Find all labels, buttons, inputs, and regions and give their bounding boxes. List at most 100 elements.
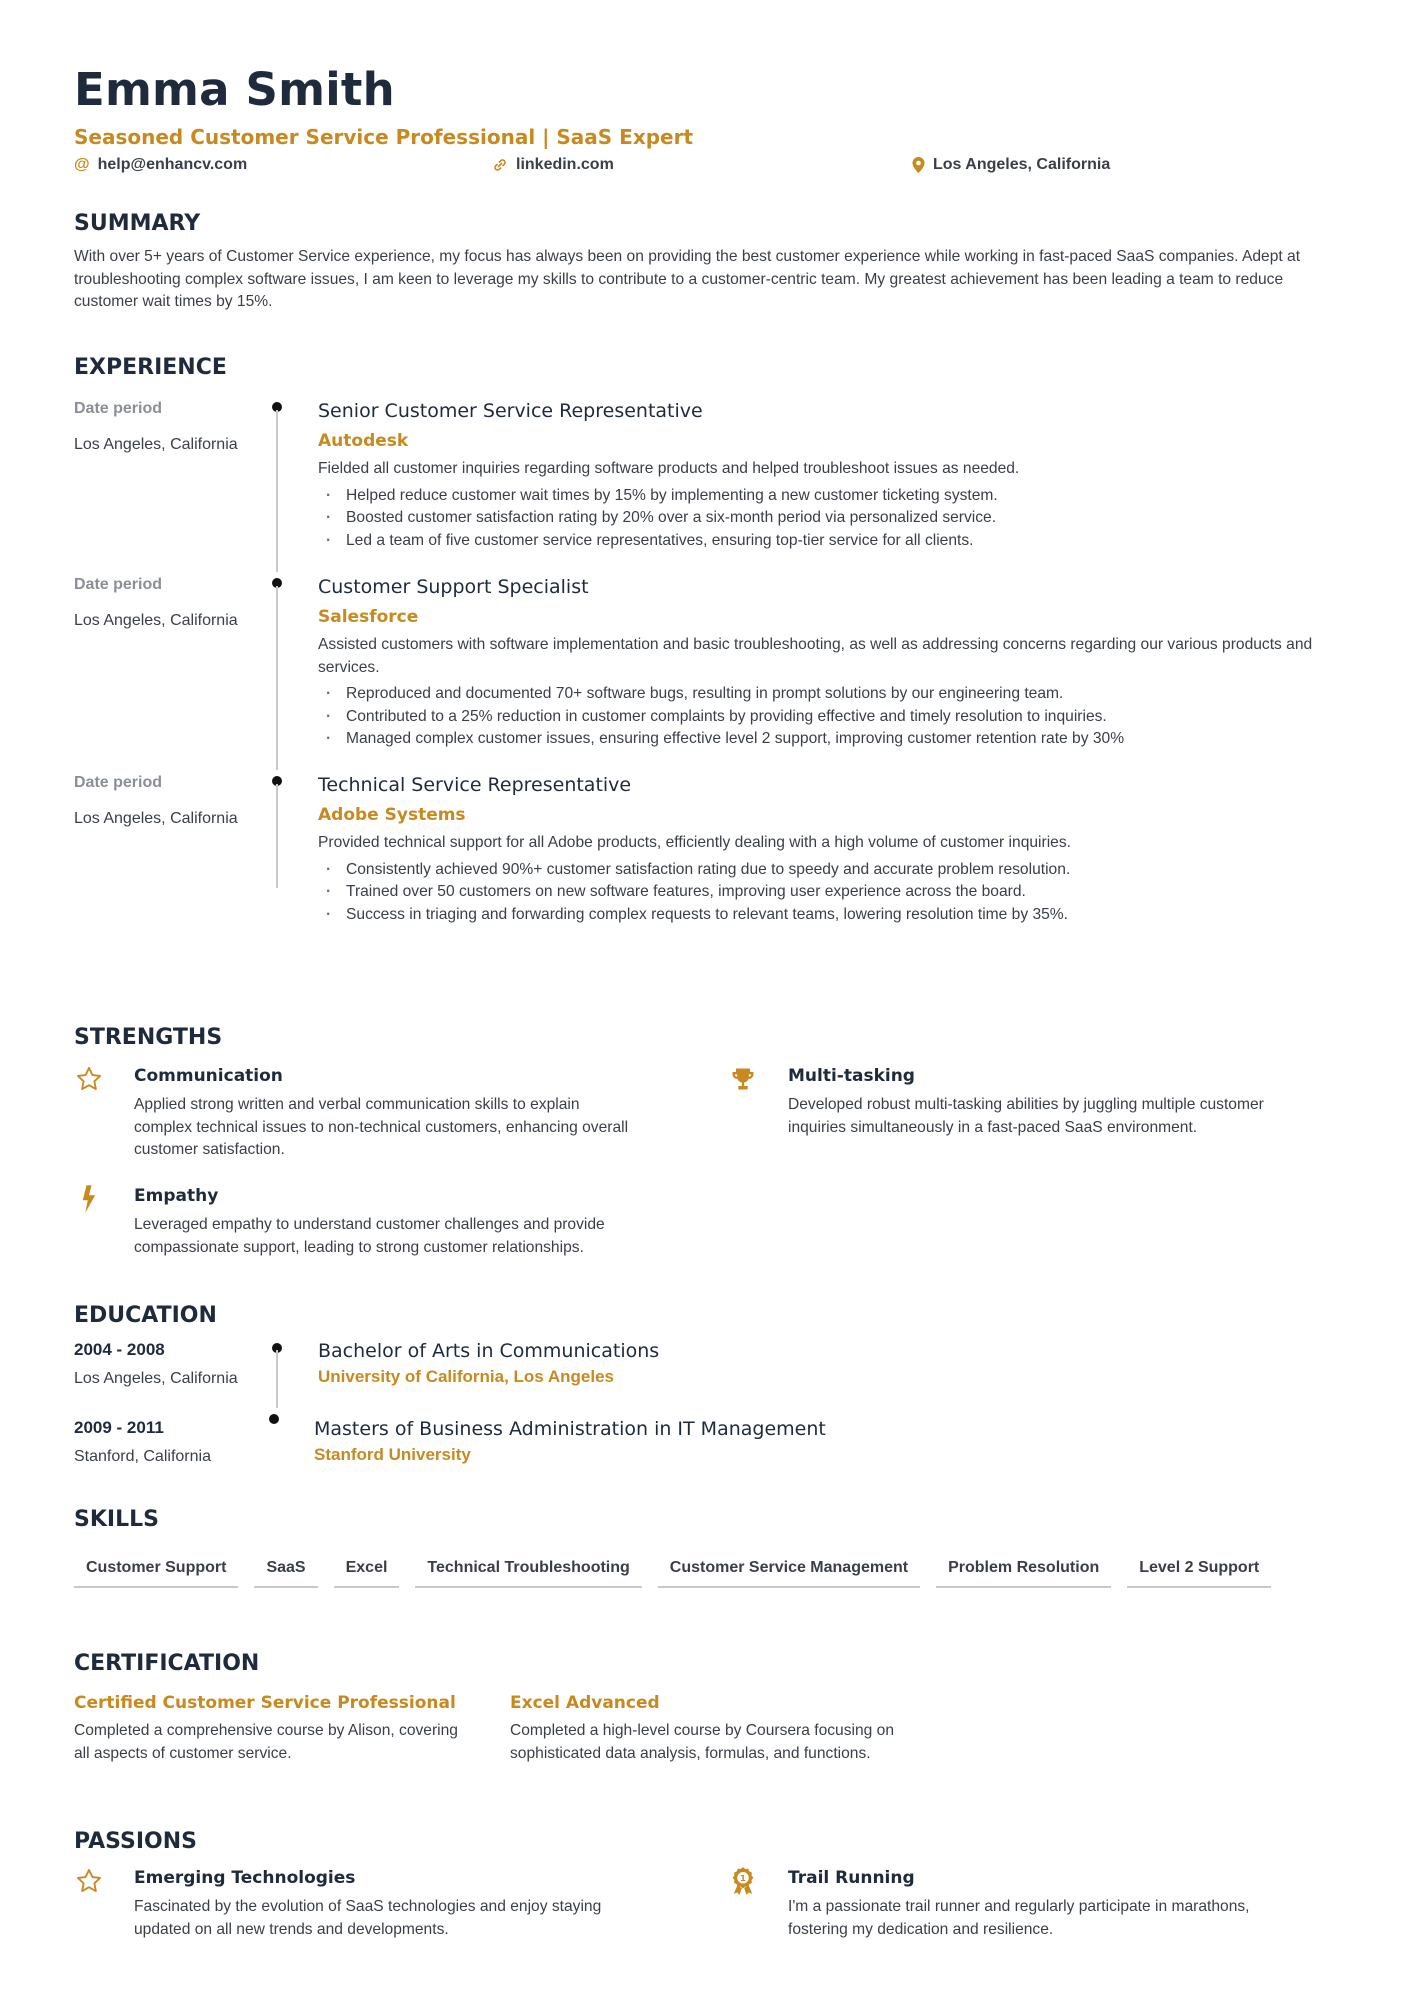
experience-entry: Date period Los Angeles, California Seni… <box>74 398 1344 574</box>
strength-description: Leveraged empathy to understand customer… <box>134 1216 605 1256</box>
strength-description: Applied strong written and verbal commun… <box>134 1096 629 1158</box>
skill-tag: Customer Service Management <box>657 1552 921 1588</box>
degree-title: Bachelor of Arts in Communications <box>318 1340 660 1362</box>
job-location: Los Angeles, California <box>74 810 238 827</box>
skill-tag: Technical Troubleshooting <box>415 1552 642 1588</box>
job-location: Los Angeles, California <box>74 612 238 629</box>
skills-section: SKILLS Customer Support SaaS Excel Techn… <box>74 1506 1344 1588</box>
job-description: Fielded all customer inquiries regarding… <box>318 460 1020 477</box>
achievement-item: Success in triaging and forwarding compl… <box>318 904 1344 927</box>
job-title: Senior Customer Service Representative <box>318 400 703 422</box>
strength-title: Communication <box>134 1066 283 1086</box>
achievement-list: Consistently achieved 90%+ customer sati… <box>318 859 1344 927</box>
achievement-list: Reproduced and documented 70+ software b… <box>318 683 1344 751</box>
strengths-section: STRENGTHS Communication Applied strong w… <box>74 1024 1344 1256</box>
achievement-item: Managed complex customer issues, ensurin… <box>318 728 1344 751</box>
section-title: CERTIFICATION <box>74 1651 260 1676</box>
section-title: EXPERIENCE <box>74 355 227 380</box>
strength-title: Multi-tasking <box>788 1066 915 1086</box>
strength-item: Multi-tasking Developed robust multi-tas… <box>728 1064 1288 1139</box>
location-text: Los Angeles, California <box>933 156 1111 173</box>
school-name: University of California, Los Angeles <box>318 1367 614 1386</box>
section-title: PASSIONS <box>74 1829 197 1854</box>
education-dates: 2004 - 2008 <box>74 1340 165 1359</box>
passion-item: 1 Trail Running I'm a passionate trail r… <box>728 1866 1288 1941</box>
skill-tag: Problem Resolution <box>936 1552 1112 1588</box>
skill-tag: Excel <box>333 1552 400 1588</box>
skill-tag: Level 2 Support <box>1127 1552 1272 1588</box>
date-period: Date period <box>74 774 163 791</box>
star-icon <box>74 1866 104 1896</box>
section-title: EDUCATION <box>74 1303 217 1328</box>
link-icon <box>492 157 508 173</box>
date-period: Date period <box>74 400 163 417</box>
education-entry: 2004 - 2008 Los Angeles, California Bach… <box>74 1338 1344 1416</box>
passion-item: Emerging Technologies Fascinated by the … <box>74 1866 634 1941</box>
experience-section: EXPERIENCE Date period Los Angeles, Cali… <box>74 354 1344 942</box>
company-name: Adobe Systems <box>318 805 466 825</box>
timeline-line <box>276 586 278 770</box>
lightning-icon <box>74 1184 104 1214</box>
achievement-item: Reproduced and documented 70+ software b… <box>318 683 1344 706</box>
summary-text: With over 5+ years of Customer Service e… <box>74 248 1301 310</box>
linkedin-text[interactable]: linkedin.com <box>516 156 614 174</box>
achievement-item: Contributed to a 25% reduction in custom… <box>318 706 1344 729</box>
resume-header: Emma Smith Seasoned Customer Service Pro… <box>74 62 1344 182</box>
certification-item: Excel Advanced Completed a high-level co… <box>510 1692 910 1765</box>
timeline-line <box>276 410 278 572</box>
medal-icon: 1 <box>728 1866 758 1896</box>
timeline-dot <box>269 1414 279 1424</box>
star-icon <box>74 1064 104 1094</box>
contact-email[interactable]: @ help@enhancv.com <box>74 156 247 174</box>
contact-linkedin[interactable]: linkedin.com <box>492 156 614 174</box>
certification-description: Completed a comprehensive course by Alis… <box>74 1722 458 1762</box>
passions-section: PASSIONS Emerging Technologies Fascinate… <box>74 1828 1344 1938</box>
skill-tag: Customer Support <box>74 1552 239 1588</box>
date-period: Date period <box>74 576 163 593</box>
job-title: Customer Support Specialist <box>318 576 589 598</box>
school-name: Stanford University <box>314 1445 471 1464</box>
skill-tag: SaaS <box>254 1552 318 1588</box>
achievement-item: Led a team of five customer service repr… <box>318 530 1344 553</box>
achievement-item: Trained over 50 customers on new softwar… <box>318 881 1344 904</box>
job-title: Technical Service Representative <box>318 774 632 796</box>
certification-title: Excel Advanced <box>510 1693 660 1713</box>
certification-title: Certified Customer Service Professional <box>74 1693 456 1713</box>
trophy-icon <box>728 1064 758 1094</box>
strength-item: Empathy Leveraged empathy to understand … <box>74 1184 634 1259</box>
candidate-name: Emma Smith <box>74 63 395 116</box>
passion-title: Trail Running <box>788 1868 915 1888</box>
job-location: Los Angeles, California <box>74 436 238 453</box>
summary-section: SUMMARY With over 5+ years of Customer S… <box>74 210 1344 314</box>
at-icon: @ <box>74 156 90 173</box>
resume-page: Emma Smith Seasoned Customer Service Pro… <box>74 62 1344 1938</box>
skills-list: Customer Support SaaS Excel Technical Tr… <box>74 1552 1344 1588</box>
email-text[interactable]: help@enhancv.com <box>98 156 248 174</box>
company-name: Autodesk <box>318 431 409 451</box>
strength-item: Communication Applied strong written and… <box>74 1064 634 1162</box>
experience-entry: Date period Los Angeles, California Tech… <box>74 772 1344 942</box>
timeline-line <box>276 1350 278 1408</box>
section-title: SKILLS <box>74 1507 159 1532</box>
experience-entry: Date period Los Angeles, California Cust… <box>74 574 1344 772</box>
contact-location: Los Angeles, California <box>912 156 1110 174</box>
certification-description: Completed a high-level course by Courser… <box>510 1722 894 1762</box>
degree-title: Masters of Business Administration in IT… <box>314 1418 826 1440</box>
company-name: Salesforce <box>318 607 419 627</box>
achievement-item: Consistently achieved 90%+ customer sati… <box>318 859 1344 882</box>
job-description: Provided technical support for all Adobe… <box>318 834 1071 851</box>
section-title: STRENGTHS <box>74 1025 223 1050</box>
certification-section: CERTIFICATION Certified Customer Service… <box>74 1650 1344 1762</box>
contact-row: @ help@enhancv.com linkedin.com Los Ange… <box>74 154 1344 182</box>
svg-text:1: 1 <box>740 1874 746 1883</box>
strength-description: Developed robust multi-tasking abilities… <box>788 1096 1264 1136</box>
achievement-item: Boosted customer satisfaction rating by … <box>318 507 1344 530</box>
strength-title: Empathy <box>134 1186 219 1206</box>
candidate-headline: Seasoned Customer Service Professional |… <box>74 125 694 149</box>
certification-item: Certified Customer Service Professional … <box>74 1692 474 1765</box>
education-location: Los Angeles, California <box>74 1370 238 1387</box>
job-description: Assisted customers with software impleme… <box>318 636 1313 676</box>
passion-description: Fascinated by the evolution of SaaS tech… <box>134 1898 602 1938</box>
passion-description: I'm a passionate trail runner and regula… <box>788 1898 1250 1938</box>
achievement-list: Helped reduce customer wait times by 15%… <box>318 485 1344 553</box>
